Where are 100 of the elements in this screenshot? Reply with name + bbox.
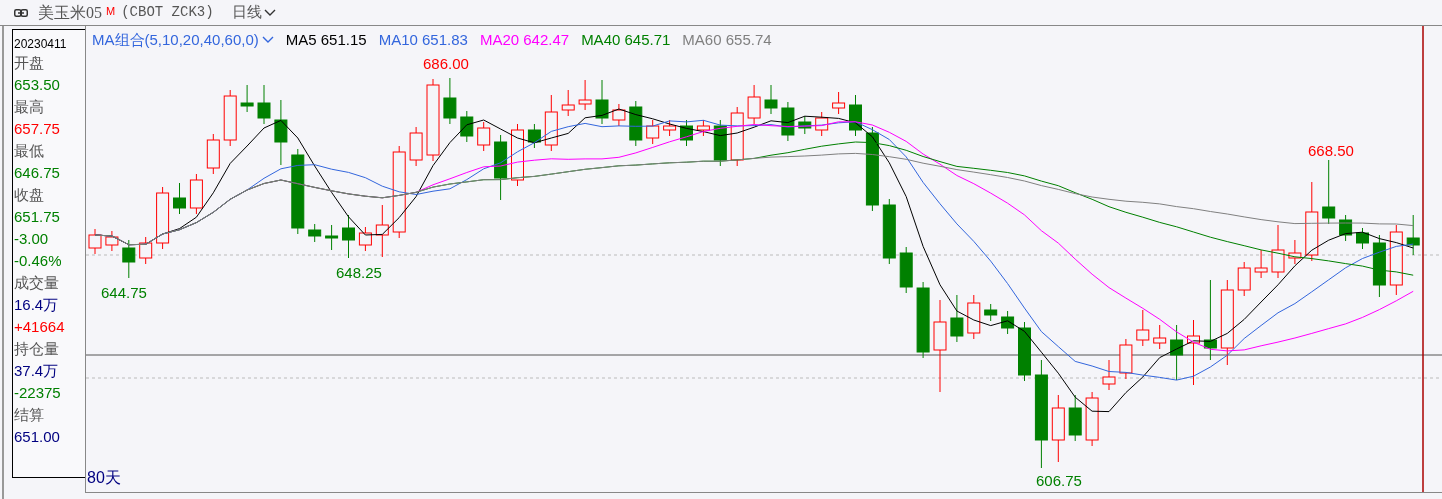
field-label: 结算 [14, 405, 45, 425]
candlestick [899, 246, 913, 294]
price-label: 668.50 [1308, 142, 1354, 160]
field-value: +41664 [14, 317, 66, 337]
candlestick [257, 84, 271, 125]
price-label: 606.75 [1036, 472, 1082, 490]
candlestick [122, 239, 136, 279]
candlestick [578, 79, 592, 111]
field-value: 651.00 [14, 427, 61, 447]
price-label: 648.25 [336, 264, 382, 282]
candlestick [1406, 214, 1420, 256]
field-label: 成交量 [14, 273, 60, 293]
candlestick [1339, 214, 1353, 242]
moving-average-value: MA20 642.47 [479, 30, 570, 50]
price-label: 644.75 [101, 284, 147, 302]
candlestick [1271, 224, 1285, 279]
candlestick [1254, 249, 1268, 279]
moving-average-value: MA5 651.15 [285, 30, 367, 50]
date-text: 20230411 [14, 36, 68, 52]
field-label: 收盘 [14, 185, 45, 205]
candlestick [1288, 239, 1302, 265]
candlestick [494, 134, 508, 201]
candlestick [511, 123, 524, 187]
chevron-down-icon [263, 8, 276, 17]
candlestick [1001, 310, 1015, 335]
candlestick [1119, 338, 1133, 380]
candlestick [646, 119, 660, 145]
candlestick [882, 198, 896, 265]
candlestick [747, 84, 761, 125]
candlestick [1018, 321, 1031, 382]
price-label: 686.00 [423, 55, 469, 73]
candlestick [156, 186, 170, 250]
candlestick [240, 84, 254, 113]
candlestick [832, 91, 846, 115]
field-label: 最高 [14, 97, 45, 117]
candlestick [1102, 359, 1116, 391]
field-label: 开盘 [14, 53, 45, 73]
candlestick [223, 89, 237, 147]
link-icon[interactable] [14, 8, 28, 17]
candlestick [1085, 391, 1099, 447]
candlestick [730, 106, 744, 167]
candlestick [967, 294, 981, 340]
candlestick [629, 100, 643, 147]
moving-average-value: MA60 655.74 [682, 30, 772, 50]
field-value: 651.75 [14, 207, 61, 227]
candlestick [342, 214, 355, 259]
candlestick [984, 303, 998, 322]
candlestick [680, 119, 693, 147]
candlestick [781, 101, 795, 142]
range-label: 80天 [87, 468, 121, 488]
candlestick [713, 119, 727, 167]
candlestick [1187, 319, 1200, 386]
symbol-name: 美玉米05 [38, 2, 102, 23]
candlestick [849, 94, 862, 137]
candlestick [443, 77, 457, 125]
candlestick [612, 103, 626, 127]
field-value: 16.4万 [14, 295, 60, 315]
field-value: 657.75 [14, 119, 61, 139]
candlestick [1322, 159, 1336, 225]
candlestick [544, 94, 558, 152]
candlestick [798, 115, 812, 135]
candlestick [274, 99, 288, 166]
field-value: -3.00 [14, 229, 50, 249]
candlestick [477, 121, 491, 152]
candlestick [1237, 261, 1251, 297]
candlestick [1356, 227, 1369, 250]
candlestick [409, 126, 423, 167]
market-marker: M [106, 4, 116, 19]
candlestick [325, 224, 339, 251]
field-label: 最低 [14, 141, 45, 161]
field-value: 653.50 [14, 75, 61, 95]
candlestick [1153, 324, 1167, 350]
candlestick [206, 133, 220, 175]
candlestick [1372, 234, 1386, 298]
candlestick [173, 182, 186, 215]
candlestick [950, 294, 964, 343]
candlestick [1136, 309, 1150, 347]
candlestick [375, 204, 389, 258]
candlestick [105, 230, 119, 252]
candlestick [460, 110, 474, 143]
period-dropdown[interactable]: 日线 [231, 1, 276, 24]
field-value: -22375 [14, 383, 62, 403]
candlestick [527, 123, 541, 149]
field-value: 37.4万 [14, 361, 60, 381]
field-value: -0.46% [14, 251, 63, 271]
candlestick [358, 226, 372, 252]
moving-average-value: MA40 645.71 [581, 30, 671, 50]
field-label: 持仓量 [14, 339, 60, 359]
candlestick [308, 223, 322, 243]
candlestick [561, 89, 575, 117]
candlestick [764, 84, 778, 115]
candlestick [663, 119, 677, 137]
candlestick [88, 228, 102, 255]
moving-average-value: MA10 651.83 [378, 30, 468, 50]
contract-code: (CBOT ZCK3) [121, 3, 214, 22]
candlestick [139, 236, 153, 265]
candlestick [189, 173, 203, 215]
indicator-selector[interactable]: MA组合(5,10,20,40,60,0) [92, 29, 274, 52]
candlestick [696, 119, 710, 137]
field-value: 646.75 [14, 163, 61, 183]
